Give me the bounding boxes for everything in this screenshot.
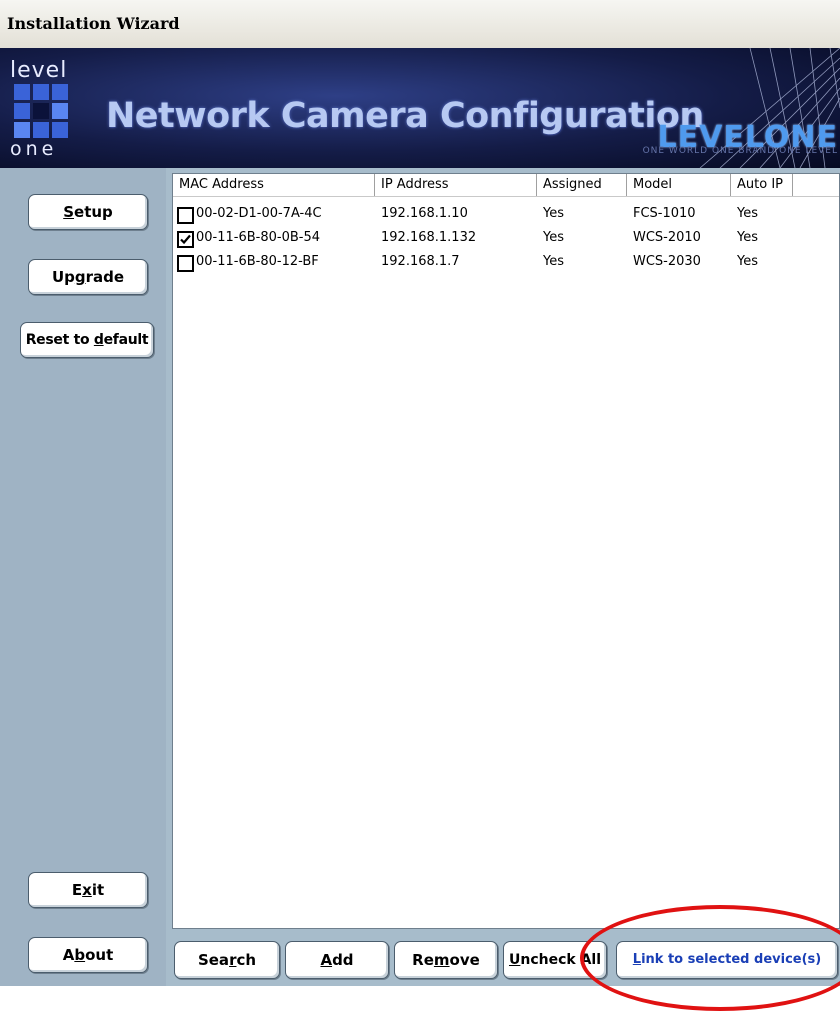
exit-button[interactable]: Exit <box>28 872 148 908</box>
exit-label-key: x <box>82 881 92 899</box>
reset-label-pre: Reset to <box>25 332 94 348</box>
link-label-post: ink to selected device(s) <box>641 952 822 967</box>
remove-label-post: ove <box>449 951 480 969</box>
levelone-logo: level one <box>10 58 72 162</box>
upgrade-label-pre: Up <box>51 268 75 286</box>
reset-to-default-button[interactable]: Reset to default <box>20 322 154 358</box>
add-button[interactable]: Add <box>285 941 389 979</box>
cell-ip: 192.168.1.132 <box>381 230 477 245</box>
column-header-assigned[interactable]: Assigned <box>537 174 627 196</box>
column-header-ip[interactable]: IP Address <box>375 174 537 196</box>
installation-wizard-window: Installation Wizard level one Network Ca… <box>0 0 840 1011</box>
cell-assigned: Yes <box>543 230 564 245</box>
uncheck-label-post: ncheck All <box>520 952 602 968</box>
logo-grid-icon <box>14 84 68 138</box>
uncheck-all-button[interactable]: Uncheck All <box>503 941 607 979</box>
device-list[interactable]: MAC Address IP Address Assigned Model Au… <box>172 173 840 929</box>
cell-ip: 192.168.1.10 <box>381 206 468 221</box>
cell-ip: 192.168.1.7 <box>381 254 460 269</box>
window-title: Installation Wizard <box>7 14 180 33</box>
cell-assigned: Yes <box>543 206 564 221</box>
search-label-post: ch <box>236 951 257 969</box>
link-label-key: L <box>632 952 642 967</box>
reset-label-key: d <box>93 332 104 348</box>
checkmark-icon <box>180 234 191 245</box>
upgrade-label-key: g <box>74 268 86 286</box>
row-checkbox[interactable] <box>177 231 194 248</box>
reset-label-post: efault <box>103 332 149 348</box>
search-label-pre: Sea <box>197 951 230 969</box>
search-button[interactable]: Search <box>174 941 280 979</box>
cell-mac: 00-11-6B-80-0B-54 <box>196 230 321 245</box>
cell-mac: 00-02-D1-00-7A-4C <box>196 206 322 221</box>
table-row[interactable]: 00-11-6B-80-0B-54 192.168.1.132 Yes WCS-… <box>173 226 839 250</box>
cell-auto-ip: Yes <box>737 230 758 245</box>
exit-label-pre: E <box>71 881 83 899</box>
banner-title: Network Camera Configuration <box>106 96 704 136</box>
about-label-post: out <box>85 946 114 964</box>
row-checkbox[interactable] <box>177 255 194 272</box>
cell-assigned: Yes <box>543 254 564 269</box>
remove-label-key: m <box>433 951 450 969</box>
exit-label-post: it <box>91 881 105 899</box>
column-header-mac[interactable]: MAC Address <box>173 174 375 196</box>
row-checkbox[interactable] <box>177 207 194 224</box>
table-row[interactable]: 00-11-6B-80-12-BF 192.168.1.7 Yes WCS-20… <box>173 250 839 274</box>
column-header-model[interactable]: Model <box>627 174 731 196</box>
cell-model: WCS-2030 <box>633 254 701 269</box>
table-row[interactable]: 00-02-D1-00-7A-4C 192.168.1.10 Yes FCS-1… <box>173 202 839 226</box>
brand-tagline: ONE WORLD ONE BRAND ONE LEVEL <box>642 146 838 156</box>
cell-mac: 00-11-6B-80-12-BF <box>196 254 319 269</box>
add-label-post: dd <box>332 951 354 969</box>
remove-label-pre: Re <box>412 951 434 969</box>
setup-label-key: S <box>63 203 75 221</box>
cell-auto-ip: Yes <box>737 254 758 269</box>
device-list-header: MAC Address IP Address Assigned Model Au… <box>173 174 839 197</box>
title-bar: Installation Wizard <box>0 0 840 49</box>
cell-model: WCS-2010 <box>633 230 701 245</box>
setup-label-post: etup <box>74 203 113 221</box>
remove-button[interactable]: Remove <box>394 941 498 979</box>
about-button[interactable]: About <box>28 937 148 973</box>
about-label-key: b <box>74 946 86 964</box>
uncheck-label-key: U <box>508 952 521 968</box>
column-header-auto-ip[interactable]: Auto IP <box>731 174 793 196</box>
logo-text-level: level <box>10 58 68 83</box>
upgrade-label-post: rade <box>85 268 125 286</box>
link-to-selected-devices-button[interactable]: Link to selected device(s) <box>616 941 838 979</box>
upgrade-button[interactable]: Upgrade <box>28 259 148 295</box>
add-label-key: A <box>320 951 333 969</box>
cell-model: FCS-1010 <box>633 206 696 221</box>
cell-auto-ip: Yes <box>737 206 758 221</box>
about-label-pre: A <box>62 946 75 964</box>
setup-button[interactable]: Setup <box>28 194 148 230</box>
logo-text-one: one <box>10 138 58 160</box>
